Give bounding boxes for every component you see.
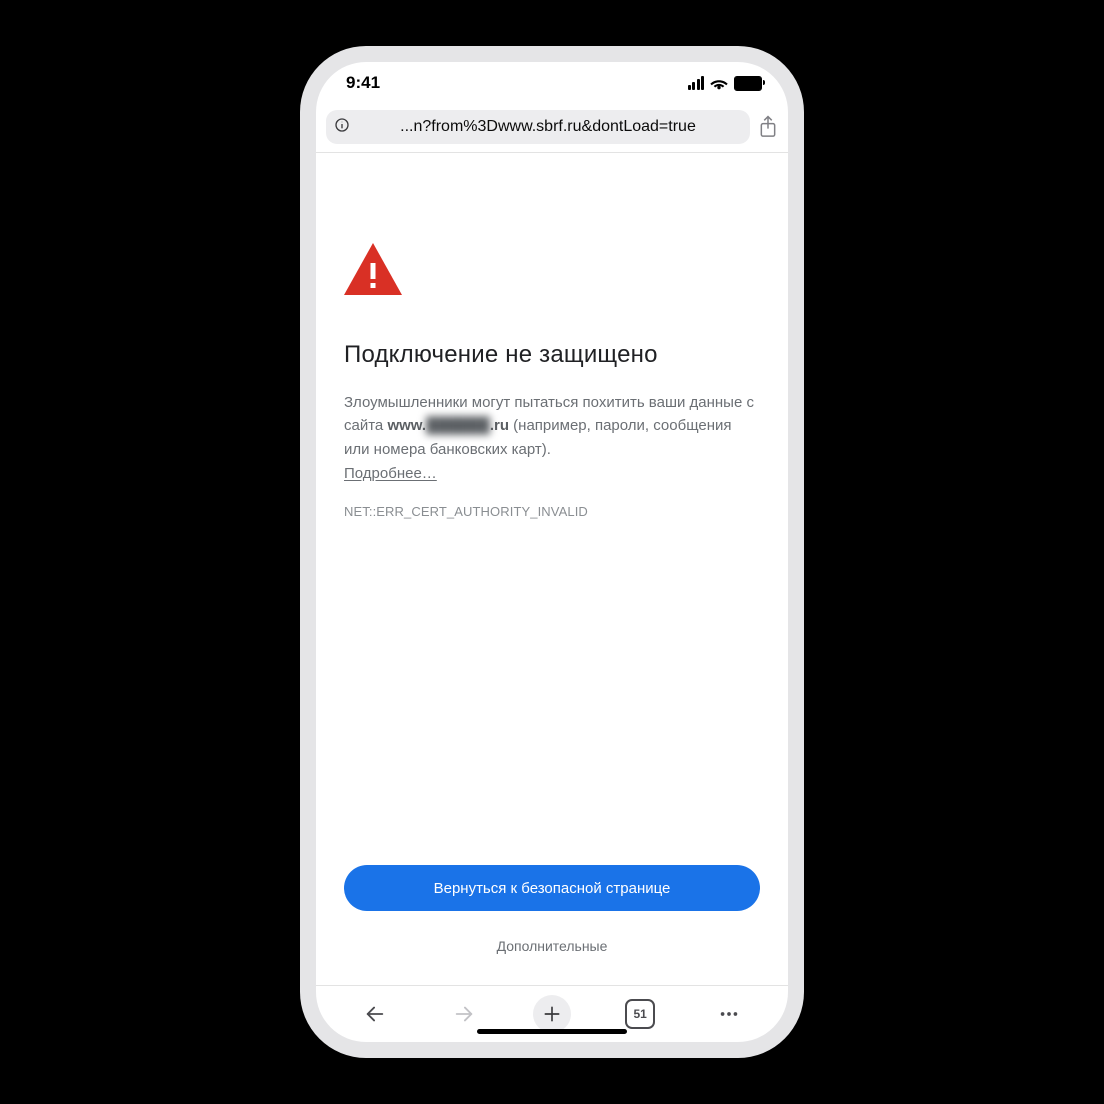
- cellular-icon: [688, 76, 705, 90]
- error-site-suffix: .ru: [490, 417, 509, 434]
- tabs-button[interactable]: 51: [620, 994, 660, 1034]
- error-code: NET::ERR_CERT_AUTHORITY_INVALID: [344, 504, 760, 519]
- site-info-icon[interactable]: [334, 117, 350, 138]
- error-heading: Подключение не защищено: [344, 341, 760, 369]
- warning-triangle-icon: [344, 243, 402, 295]
- home-indicator[interactable]: [477, 1029, 627, 1034]
- error-site-prefix: www.: [387, 417, 426, 434]
- error-site-blurred: ██████: [426, 417, 490, 434]
- wifi-icon: [710, 77, 728, 90]
- menu-button[interactable]: [709, 994, 749, 1034]
- url-text: ...n?from%3Dwww.sbrf.ru&dontLoad=true: [354, 118, 742, 136]
- learn-more-link[interactable]: Подробнее…: [344, 465, 760, 482]
- advanced-button[interactable]: Дополнительные: [344, 931, 760, 961]
- error-description: Злоумышленники могут пытаться похитить в…: [344, 391, 760, 461]
- error-page: Подключение не защищено Злоумышленники м…: [316, 153, 788, 985]
- back-button[interactable]: [355, 994, 395, 1034]
- forward-button[interactable]: [444, 994, 484, 1034]
- back-to-safety-button[interactable]: Вернуться к безопасной странице: [344, 865, 760, 911]
- tab-count: 51: [625, 999, 655, 1029]
- battery-icon: [734, 76, 762, 91]
- url-field[interactable]: ...n?from%3Dwww.sbrf.ru&dontLoad=true: [326, 110, 750, 144]
- new-tab-button[interactable]: [533, 995, 571, 1033]
- status-time: 9:41: [346, 73, 380, 93]
- browser-url-bar: ...n?from%3Dwww.sbrf.ru&dontLoad=true: [316, 104, 788, 153]
- status-bar: 9:41: [316, 62, 788, 104]
- share-icon[interactable]: [758, 115, 778, 139]
